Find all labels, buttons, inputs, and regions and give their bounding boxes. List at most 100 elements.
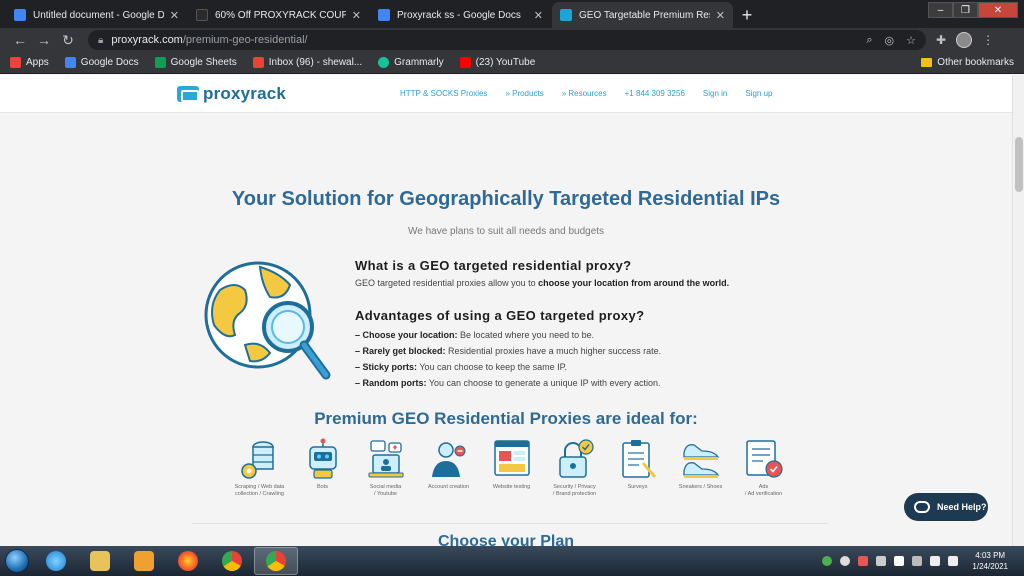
apps-icon bbox=[10, 57, 21, 68]
docs-icon bbox=[378, 9, 390, 21]
tracking-off-icon[interactable]: ◎ bbox=[885, 34, 895, 47]
lock-icon[interactable]: 🔒︎ bbox=[98, 35, 103, 46]
docs-icon bbox=[64, 57, 76, 68]
feature-bots: Bots bbox=[291, 437, 354, 497]
taskbar-chrome[interactable] bbox=[210, 547, 254, 575]
taskbar-media[interactable] bbox=[122, 547, 166, 575]
taskbar-firefox[interactable] bbox=[166, 547, 210, 575]
other-bookmarks[interactable]: Other bookmarks bbox=[921, 57, 1014, 68]
chrome-icon bbox=[222, 551, 242, 571]
taskbar-ie[interactable] bbox=[34, 547, 78, 575]
nav-sign-up[interactable]: Sign up bbox=[745, 89, 772, 98]
user-icon bbox=[431, 442, 465, 477]
tray-app-icon[interactable] bbox=[858, 556, 869, 566]
website-icon bbox=[493, 440, 530, 476]
close-tab-icon[interactable]: ✕ bbox=[534, 9, 543, 22]
back-icon[interactable]: ← bbox=[8, 32, 32, 48]
choose-plan-heading: Choose your Plan bbox=[437, 533, 575, 546]
media-player-icon bbox=[134, 551, 154, 571]
tab-2[interactable]: Proxyrack ss - Google Docs ✕ bbox=[370, 2, 551, 28]
taskbar-chrome-active[interactable] bbox=[254, 547, 298, 575]
close-window-button[interactable]: ✕ bbox=[978, 2, 1018, 18]
tab-title: 60% Off PROXYRACK COUPONS... bbox=[215, 9, 346, 21]
close-tab-icon[interactable]: ✕ bbox=[352, 9, 361, 22]
folder-icon bbox=[90, 551, 110, 571]
feature-surveys: Surveys bbox=[606, 437, 669, 497]
advantage-item: – Random ports: You can choose to genera… bbox=[355, 378, 661, 388]
proxyrack-logo[interactable]: proxyrack bbox=[177, 84, 286, 104]
proxyrack-icon bbox=[560, 9, 572, 21]
windows-logo-icon bbox=[5, 549, 29, 573]
zoom-icon[interactable]: ⌕ bbox=[866, 34, 872, 47]
new-tab-button[interactable]: + bbox=[734, 2, 760, 28]
taskbar-explorer[interactable] bbox=[78, 547, 122, 575]
robot-icon bbox=[308, 438, 337, 479]
nav-resources[interactable]: » Resources bbox=[562, 89, 607, 98]
advantages-section: Advantages of using a GEO targeted proxy… bbox=[355, 308, 661, 391]
network-icon[interactable] bbox=[912, 556, 923, 566]
bookmark-youtube[interactable]: (23) YouTube bbox=[459, 57, 535, 68]
nav-products[interactable]: » Products bbox=[505, 89, 543, 98]
nav-http-socks[interactable]: HTTP & SOCKS Proxies bbox=[400, 89, 487, 98]
close-tab-icon[interactable]: ✕ bbox=[170, 9, 179, 22]
feature-social-media: Social media / Youtube bbox=[354, 437, 417, 497]
bookmark-google-sheets[interactable]: Google Sheets bbox=[154, 57, 237, 68]
tray-app-icon[interactable] bbox=[876, 556, 887, 566]
ad-icon bbox=[745, 440, 783, 478]
section-divider bbox=[192, 523, 828, 524]
close-tab-icon[interactable]: ✕ bbox=[716, 9, 725, 22]
globe-magnifier-icon bbox=[204, 261, 331, 380]
url-domain: proxyrack.com bbox=[111, 34, 183, 46]
feature-sneakers: Sneakers / Shoes bbox=[669, 437, 732, 497]
volume-icon[interactable] bbox=[948, 556, 959, 566]
bookmark-grammarly[interactable]: Grammarly bbox=[378, 57, 444, 68]
tray-app-icon[interactable] bbox=[822, 556, 833, 566]
bookmark-google-docs[interactable]: Google Docs bbox=[64, 57, 139, 68]
browser-toolbar: ← → ↻ 🔒︎ proxyrack.com/premium-geo-resid… bbox=[0, 28, 1024, 52]
social-media-icon bbox=[368, 440, 403, 478]
nav-sign-in[interactable]: Sign in bbox=[703, 89, 727, 98]
restore-button[interactable]: ❐ bbox=[953, 2, 978, 18]
tab-title: Untitled document - Google Doc bbox=[33, 9, 164, 21]
bookmark-inbox[interactable]: Inbox (96) - shewal... bbox=[252, 57, 362, 68]
battery-icon[interactable] bbox=[930, 556, 941, 566]
sheets-icon bbox=[154, 57, 166, 68]
feature-account-creation: Account creation bbox=[417, 437, 480, 497]
star-icon[interactable]: ☆ bbox=[906, 34, 916, 47]
system-clock[interactable]: 4:03 PM 1/24/2021 bbox=[972, 550, 1008, 572]
sneaker-icon bbox=[682, 444, 719, 478]
youtube-icon bbox=[459, 57, 471, 68]
system-tray: 4:03 PM 1/24/2021 bbox=[814, 550, 1024, 572]
logo-mark-icon bbox=[177, 86, 199, 102]
what-text: GEO targeted residential proxies allow y… bbox=[355, 278, 730, 288]
tab-1[interactable]: 60% Off PROXYRACK COUPONS... ✕ bbox=[188, 2, 369, 28]
minimize-button[interactable]: – bbox=[928, 2, 953, 18]
grammarly-icon bbox=[378, 57, 390, 68]
ideal-for-title: Premium GEO Residential Proxies are idea… bbox=[314, 409, 698, 428]
need-help-button[interactable]: Need Help? bbox=[904, 493, 988, 521]
forward-icon[interactable]: → bbox=[32, 32, 56, 48]
nav-phone[interactable]: +1 844 309 3256 bbox=[625, 89, 685, 98]
advantage-item: – Choose your location: Be located where… bbox=[355, 330, 595, 340]
hero-subtitle: We have plans to suit all needs and budg… bbox=[407, 226, 605, 237]
tab-0[interactable]: Untitled document - Google Doc ✕ bbox=[6, 2, 187, 28]
tray-flag-icon[interactable] bbox=[894, 556, 905, 566]
bookmarks-bar: Apps Google Docs Google Sheets Inbox (96… bbox=[0, 52, 1024, 74]
tab-3[interactable]: GEO Targetable Premium Residen... ✕ bbox=[552, 2, 733, 28]
feature-scraping: Scraping / Web data collection / Crawling bbox=[228, 437, 291, 497]
reload-icon[interactable]: ↻ bbox=[56, 32, 80, 49]
hero-title: Your Solution for Geographically Targete… bbox=[231, 188, 781, 210]
advantage-item: – Sticky ports: You can choose to keep t… bbox=[355, 362, 567, 372]
page-scrollbar[interactable] bbox=[1012, 75, 1024, 546]
tray-app-icon[interactable] bbox=[840, 556, 851, 566]
profile-avatar[interactable] bbox=[956, 32, 973, 48]
bookmark-apps[interactable]: Apps bbox=[10, 57, 49, 68]
scrollbar-thumb[interactable] bbox=[1015, 137, 1023, 192]
address-bar[interactable]: 🔒︎ proxyrack.com/premium-geo-residential… bbox=[88, 30, 926, 50]
tab-title: GEO Targetable Premium Residen... bbox=[579, 9, 710, 21]
menu-icon[interactable]: ⋮ bbox=[982, 33, 994, 47]
extensions-icon[interactable]: ✚ bbox=[936, 33, 946, 47]
start-button[interactable] bbox=[0, 547, 34, 575]
advantages-list: – Choose your location: Be located where… bbox=[355, 327, 661, 391]
survey-icon bbox=[621, 440, 656, 478]
